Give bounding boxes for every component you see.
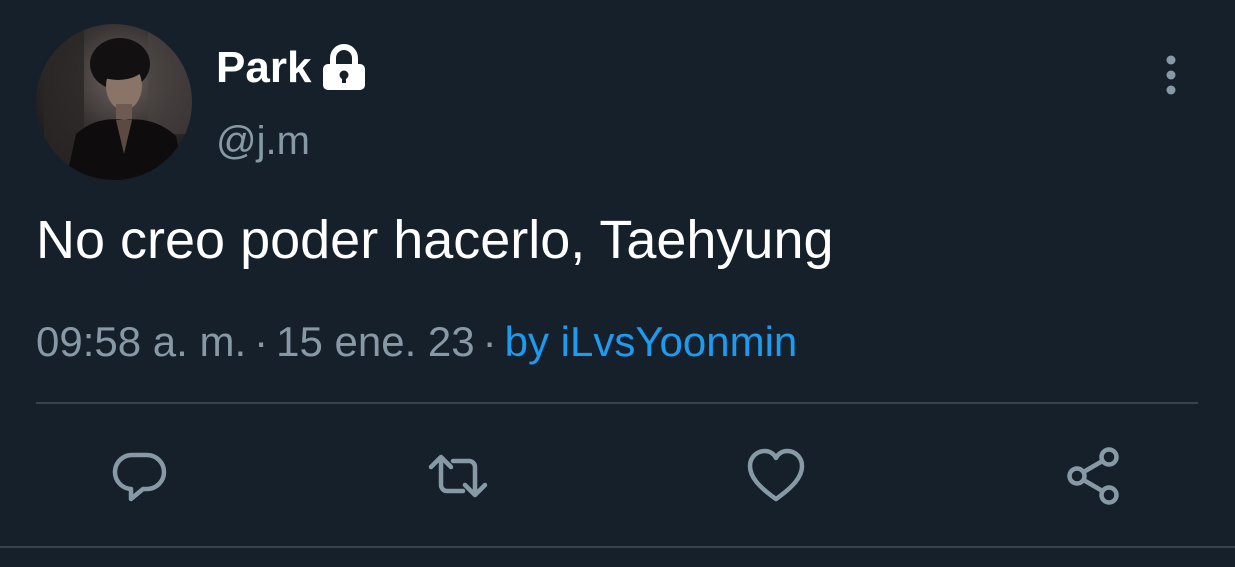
- more-vertical-icon[interactable]: [1152, 54, 1190, 98]
- heart-icon: [747, 448, 805, 502]
- reply-button[interactable]: [104, 440, 176, 512]
- author-handle[interactable]: @j.m: [216, 116, 310, 166]
- lock-icon: [321, 44, 367, 92]
- tweet-date: 15 ene. 23: [276, 318, 475, 365]
- share-button[interactable]: [1058, 440, 1130, 512]
- avatar-photo-icon: [44, 24, 192, 180]
- divider: [36, 402, 1198, 404]
- tweet-meta: 09:58 a. m. · 15 ene. 23 · by iLvsYoonmin: [36, 316, 797, 368]
- author-display-name[interactable]: Park: [216, 42, 367, 94]
- meta-separator: ·: [482, 318, 497, 365]
- meta-separator: ·: [254, 318, 269, 365]
- tweet-source-link[interactable]: by iLvsYoonmin: [505, 318, 798, 365]
- reply-icon: [112, 452, 167, 502]
- tweet-text: No creo poder hacerlo, Taehyung: [36, 210, 834, 270]
- avatar[interactable]: [36, 24, 192, 180]
- retweet-button[interactable]: [422, 440, 494, 512]
- retweet-icon: [428, 454, 488, 498]
- like-button[interactable]: [740, 440, 812, 512]
- share-icon: [1067, 447, 1119, 505]
- tweet-card: Park @j.m No creo poder hacerlo, Taehyun…: [0, 0, 1235, 567]
- tweet-time: 09:58 a. m.: [36, 318, 247, 365]
- divider: [0, 546, 1235, 548]
- display-name-text: Park: [216, 43, 312, 92]
